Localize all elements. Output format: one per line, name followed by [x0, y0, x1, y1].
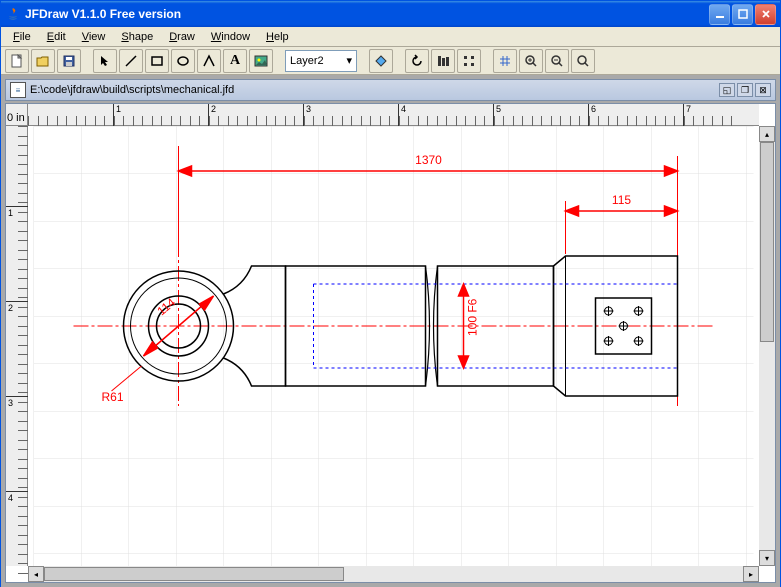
canvas-frame: 0 in 1 2 3 4 5 6 7 1 2 3 4 — [5, 103, 776, 583]
menu-view[interactable]: View — [74, 29, 114, 45]
pointer-tool[interactable] — [93, 49, 117, 73]
ellipse-tool[interactable] — [171, 49, 195, 73]
polygon-tool[interactable] — [197, 49, 221, 73]
scroll-right-button[interactable]: ▸ — [743, 566, 759, 582]
close-button[interactable] — [755, 4, 776, 25]
menu-shape[interactable]: Shape — [113, 29, 161, 45]
document-bar: ≡ E:\code\jfdraw\build\scripts\mechanica… — [5, 79, 776, 101]
align-tool[interactable] — [431, 49, 455, 73]
ruler-corner: 0 in — [6, 104, 28, 126]
menu-edit[interactable]: Edit — [39, 29, 74, 45]
ruler-vertical: 1 2 3 4 — [6, 126, 28, 566]
doc-close-button[interactable]: ⊠ — [755, 83, 771, 97]
scrollbar-vertical[interactable]: ▴ ▾ — [759, 126, 775, 566]
fill-tool[interactable] — [369, 49, 393, 73]
drawing-canvas[interactable]: 1370 115 114 R61 — [28, 126, 759, 566]
rotate-tool[interactable] — [405, 49, 429, 73]
document-icon: ≡ — [10, 82, 26, 98]
menu-file[interactable]: File — [5, 29, 39, 45]
ruler-horizontal: 1 2 3 4 5 6 7 — [28, 104, 759, 126]
distribute-tool[interactable] — [457, 49, 481, 73]
zoom-in-button[interactable] — [519, 49, 543, 73]
zoom-fit-button[interactable] — [571, 49, 595, 73]
scroll-thumb-v[interactable] — [760, 142, 774, 342]
doc-max-button[interactable]: ❐ — [737, 83, 753, 97]
scrollbar-horizontal[interactable]: ◂ ▸ — [28, 566, 759, 582]
workspace: ≡ E:\code\jfdraw\build\scripts\mechanica… — [1, 75, 780, 587]
menu-bar: File Edit View Shape Draw Window Help — [1, 27, 780, 47]
document-path: E:\code\jfdraw\build\scripts\mechanical.… — [30, 84, 717, 96]
open-button[interactable] — [31, 49, 55, 73]
scroll-down-button[interactable]: ▾ — [759, 550, 775, 566]
zoom-out-button[interactable] — [545, 49, 569, 73]
doc-min-button[interactable]: ◱ — [719, 83, 735, 97]
scroll-left-button[interactable]: ◂ — [28, 566, 44, 582]
save-button[interactable] — [57, 49, 81, 73]
svg-text:R61: R61 — [102, 390, 124, 404]
window-title: JFDraw V1.1.0 Free version — [25, 7, 707, 21]
scroll-thumb-h[interactable] — [44, 567, 344, 581]
svg-text:100 F6: 100 F6 — [466, 298, 480, 336]
rect-tool[interactable] — [145, 49, 169, 73]
scroll-up-button[interactable]: ▴ — [759, 126, 775, 142]
svg-text:115: 115 — [612, 193, 631, 207]
java-icon — [5, 6, 21, 22]
maximize-button[interactable] — [732, 4, 753, 25]
minimize-button[interactable] — [709, 4, 730, 25]
new-button[interactable] — [5, 49, 29, 73]
svg-text:1370: 1370 — [415, 153, 442, 167]
menu-draw[interactable]: Draw — [161, 29, 203, 45]
grid-button[interactable] — [493, 49, 517, 73]
title-bar: JFDraw V1.1.0 Free version — [1, 1, 780, 27]
text-tool[interactable]: A — [223, 49, 247, 73]
toolbar: A Layer2▾ — [1, 47, 780, 75]
image-tool[interactable] — [249, 49, 273, 73]
menu-window[interactable]: Window — [203, 29, 258, 45]
line-tool[interactable] — [119, 49, 143, 73]
layer-select[interactable]: Layer2▾ — [285, 50, 357, 72]
menu-help[interactable]: Help — [258, 29, 297, 45]
